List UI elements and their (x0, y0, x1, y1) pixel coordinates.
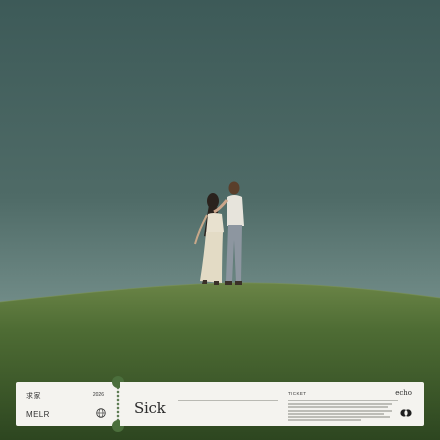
ticket-main: Sick TICKET echo (120, 382, 424, 426)
divider (178, 400, 278, 401)
brand-text: 求家 (26, 393, 41, 400)
ticket-label: TICKET (288, 391, 307, 396)
ticket-stub: 求家 2026 MELR (16, 382, 116, 426)
label-logo: echo (395, 389, 412, 397)
ticket: 求家 2026 MELR Sick TICKET echo (16, 376, 424, 432)
overlapping-circles-icon (400, 409, 412, 417)
globe-icon (96, 408, 106, 418)
album-title: Sick (134, 399, 166, 417)
release-year: 2026 (92, 392, 104, 398)
fineprint-block (288, 403, 392, 423)
couple-silhouette (194, 181, 244, 285)
divider (288, 400, 398, 401)
artist-name: MELR (26, 410, 50, 419)
album-cover: 求家 2026 MELR Sick TICKET echo (0, 0, 440, 440)
